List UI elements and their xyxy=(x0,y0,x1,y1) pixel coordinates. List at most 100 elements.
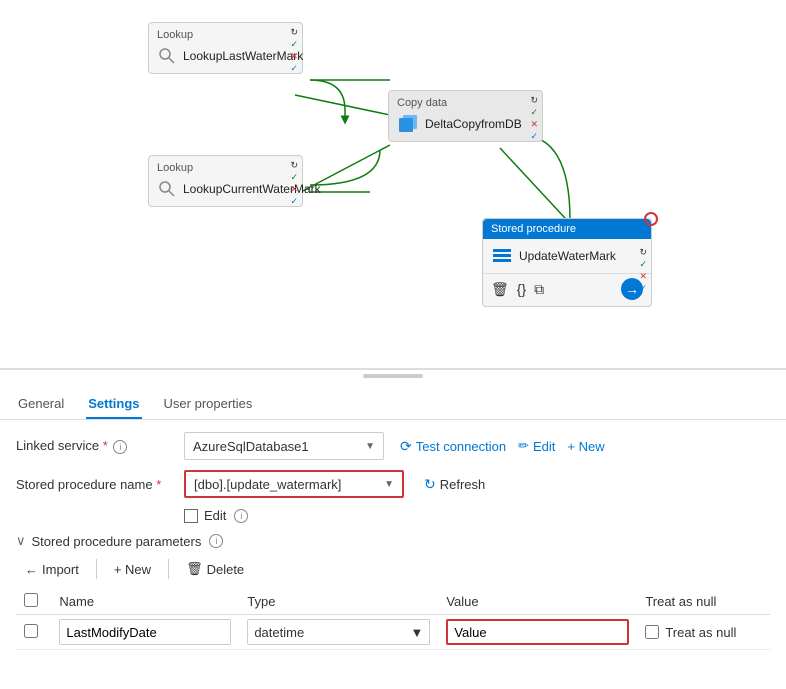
lookup2-x-icon: ✕ xyxy=(290,184,298,195)
sp-code-icon[interactable]: {} xyxy=(517,281,526,297)
lookup2-check-icon: ✓ xyxy=(290,172,298,183)
copydata-header: Copy data xyxy=(397,97,534,109)
row-type-value: datetime xyxy=(254,625,304,640)
table-header-check xyxy=(16,589,51,615)
sp-bottom-actions: 🗑 {} ⧉ → xyxy=(483,273,651,306)
row-null-checkbox[interactable] xyxy=(645,625,659,639)
table-header-name: Name xyxy=(51,589,239,615)
toolbar-separator1 xyxy=(96,559,97,579)
settings-panel: Linked service * i AzureSqlDatabase1 ▼ ⟳… xyxy=(0,420,786,662)
lookup1-refresh-icon: ↻ xyxy=(290,27,298,38)
new-param-btn[interactable]: + New xyxy=(105,558,160,581)
row-null-cell: Treat as null xyxy=(637,615,770,650)
linked-service-dropdown[interactable]: AzureSqlDatabase1 ▼ xyxy=(184,432,384,460)
sp-header: Stored procedure xyxy=(483,219,651,239)
edit-checkbox[interactable] xyxy=(184,509,198,523)
lookup1-icon xyxy=(157,45,177,67)
lookup2-refresh-icon: ↻ xyxy=(290,160,298,171)
table-header-type: Type xyxy=(239,589,438,615)
sp-name-value: [dbo].[update_watermark] xyxy=(194,477,341,492)
sp-name-row: Stored procedure name * [dbo].[update_wa… xyxy=(16,470,770,498)
copydata-x-icon: ✕ xyxy=(530,119,538,130)
sp-icon xyxy=(491,245,513,267)
tabs-bar: General Settings User properties xyxy=(0,382,786,420)
row-name-input[interactable] xyxy=(59,619,231,645)
new-linked-btn[interactable]: + New xyxy=(567,438,604,455)
sp-body: UpdateWaterMark xyxy=(483,239,651,273)
edit-linked-btn[interactable]: ✏ Edit xyxy=(518,438,555,455)
params-toolbar: ← Import + New 🗑 Delete xyxy=(16,557,770,581)
section-toggle-icon[interactable]: ∨ xyxy=(16,533,26,549)
sp-name-label: Stored procedure name * xyxy=(16,477,176,492)
row-checkbox-cell xyxy=(16,615,51,650)
delete-param-btn[interactable]: 🗑 Delete xyxy=(177,557,253,581)
params-table: Name Type Value Treat as null datetime ▼ xyxy=(16,589,770,650)
copydata-icon xyxy=(397,113,419,135)
copydata-refresh-icon: ↻ xyxy=(530,95,538,106)
sp-params-section-header: ∨ Stored procedure parameters i xyxy=(16,533,770,549)
table-header-value: Value xyxy=(438,589,637,615)
copydata-node[interactable]: Copy data DeltaCopyfromDB ↻ ✓ ✕ ✓ xyxy=(388,90,543,142)
copydata-check2-icon: ✓ xyxy=(530,131,538,142)
refresh-icon: ↻ xyxy=(424,476,436,493)
row-value-cell xyxy=(438,615,637,650)
panel-divider-row xyxy=(0,370,786,382)
tab-settings[interactable]: Settings xyxy=(86,390,141,419)
sp-copy-icon[interactable]: ⧉ xyxy=(534,281,544,298)
sp-name-arrow-icon: ▼ xyxy=(384,479,394,490)
test-connection-btn[interactable]: ⟳ Test connection xyxy=(400,438,506,455)
sp-params-info-icon[interactable]: i xyxy=(209,534,223,548)
lookup2-check2-icon: ✓ xyxy=(290,196,298,207)
tab-userprops[interactable]: User properties xyxy=(162,390,255,419)
row-value-input[interactable] xyxy=(446,619,629,645)
test-connection-icon: ⟳ xyxy=(400,438,412,455)
linked-service-row: Linked service * i AzureSqlDatabase1 ▼ ⟳… xyxy=(16,432,770,460)
row-type-dropdown[interactable]: datetime ▼ xyxy=(247,619,430,645)
pipeline-canvas[interactable]: Lookup LookupLastWaterMark ↻ ✓ ✕ ✓ Looku… xyxy=(0,0,786,370)
row-type-cell: datetime ▼ xyxy=(239,615,438,650)
row-type-arrow-icon: ▼ xyxy=(410,625,423,640)
sp-delete-icon[interactable]: 🗑 xyxy=(491,281,509,298)
table-row: datetime ▼ Treat as null xyxy=(16,615,770,650)
lookup1-header: Lookup xyxy=(157,29,294,41)
lookup1-check2-icon: ✓ xyxy=(290,63,298,74)
canvas-connectors xyxy=(0,0,786,368)
lookup1-label: LookupLastWaterMark xyxy=(183,49,303,63)
delete-icon: 🗑 xyxy=(186,561,203,577)
sp-params-label: Stored procedure parameters xyxy=(32,534,202,549)
linked-service-arrow-icon: ▼ xyxy=(365,441,375,452)
sp-refresh-icon: ↻ xyxy=(639,247,647,258)
refresh-btn[interactable]: ↻ Refresh xyxy=(424,476,485,493)
toolbar-separator2 xyxy=(168,559,169,579)
sp-red-circle xyxy=(644,212,658,226)
edit-info-icon[interactable]: i xyxy=(234,509,248,523)
panel-divider xyxy=(363,374,423,378)
sp-x-icon: ✕ xyxy=(639,271,647,282)
select-all-checkbox[interactable] xyxy=(24,593,38,607)
linked-service-info-icon[interactable]: i xyxy=(113,440,127,454)
linked-service-label: Linked service * i xyxy=(16,438,176,454)
lookup2-node[interactable]: Lookup LookupCurrentWaterMark ↻ ✓ ✕ ✓ xyxy=(148,155,303,207)
import-btn[interactable]: ← Import xyxy=(16,558,88,581)
table-header-null: Treat as null xyxy=(637,589,770,615)
edit-icon: ✏ xyxy=(518,438,529,454)
lookup1-node[interactable]: Lookup LookupLastWaterMark ↻ ✓ ✕ ✓ xyxy=(148,22,303,74)
row-checkbox[interactable] xyxy=(24,624,38,638)
edit-checkbox-label: Edit xyxy=(204,508,226,523)
sp-name-required: * xyxy=(156,477,161,492)
storedproc-node[interactable]: Stored procedure ↻ ✓ ✕ ✓ UpdateWaterMark… xyxy=(482,218,652,307)
tab-general[interactable]: General xyxy=(16,390,66,419)
sp-check-icon: ✓ xyxy=(639,259,647,270)
lookup1-check-icon: ✓ xyxy=(290,39,298,50)
lookup2-header: Lookup xyxy=(157,162,294,174)
copydata-label: DeltaCopyfromDB xyxy=(425,117,534,131)
lookup1-x-icon: ✕ xyxy=(290,51,298,62)
row-name-cell xyxy=(51,615,239,650)
treat-as-null-label: Treat as null xyxy=(665,625,736,640)
sp-name-dropdown[interactable]: [dbo].[update_watermark] ▼ xyxy=(184,470,404,498)
sp-label: UpdateWaterMark xyxy=(519,249,643,263)
copydata-check-icon: ✓ xyxy=(530,107,538,118)
edit-checkbox-row: Edit i xyxy=(184,508,770,523)
import-icon: ← xyxy=(25,562,38,577)
sp-check2-icon: ✓ xyxy=(639,283,647,294)
